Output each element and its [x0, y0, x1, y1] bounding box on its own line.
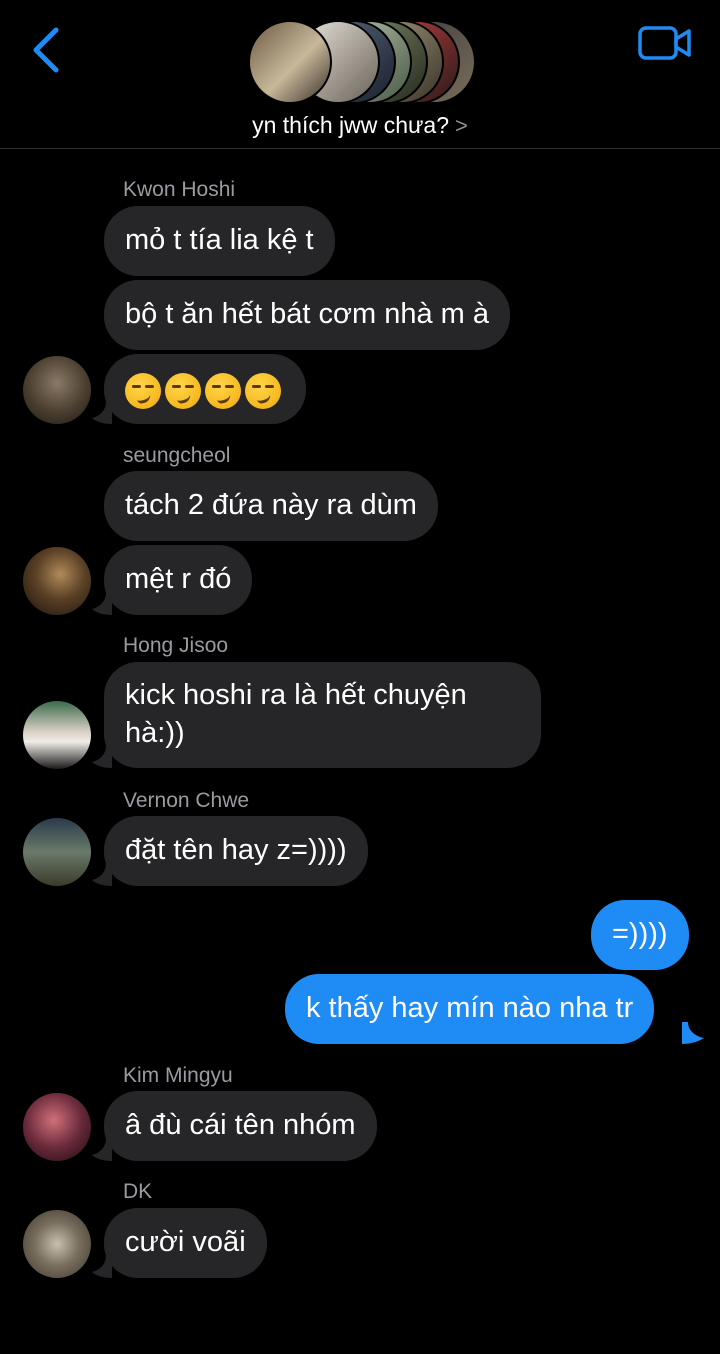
avatar[interactable] [23, 547, 91, 615]
group-avatar-stack[interactable] [248, 20, 476, 104]
chevron-right-icon: > [455, 113, 468, 138]
bubble-tail [92, 1256, 112, 1278]
message-bubble[interactable]: cười voãi [104, 1208, 267, 1278]
message-bubble[interactable]: â đù cái tên nhóm [104, 1091, 377, 1161]
outgoing-message-bubble[interactable]: k thấy hay mín nào nha tr [285, 974, 655, 1044]
message-bubble[interactable]: đặt tên hay z=)))) [104, 816, 368, 886]
sender-name: DK [123, 1180, 153, 1203]
avatar[interactable] [23, 1210, 91, 1278]
chat-title-text: yn thích jww chưa? [252, 112, 450, 138]
bubble-tail [92, 864, 112, 886]
video-call-button[interactable] [636, 22, 694, 66]
smirk-emoji [165, 373, 201, 410]
avatar[interactable] [23, 701, 91, 769]
chat-title[interactable]: yn thích jww chưa? > [0, 112, 720, 139]
sender-name: Kwon Hoshi [123, 178, 236, 201]
avatar[interactable] [23, 818, 91, 886]
bubble-tail [92, 746, 112, 768]
smirk-emoji [245, 373, 281, 410]
avatar[interactable] [23, 356, 91, 424]
chat-header: yn thích jww chưa? > [0, 0, 720, 149]
smirk-emoji [205, 373, 241, 410]
back-button[interactable] [26, 24, 70, 76]
message-bubble[interactable]: bộ t ăn hết bát cơm nhà m à [104, 280, 511, 350]
avatar[interactable] [23, 1093, 91, 1161]
sender-name: Kim Mingyu [123, 1064, 233, 1087]
group-member-avatar [248, 20, 332, 104]
bubble-tail [682, 1022, 704, 1044]
outgoing-message-bubble[interactable]: =)))) [591, 900, 689, 970]
chevron-left-icon [33, 27, 59, 73]
sender-name: Vernon Chwe [123, 789, 250, 812]
video-camera-icon [638, 26, 691, 60]
bubble-tail [92, 593, 112, 615]
bubble-tail [92, 1139, 112, 1161]
message-bubble[interactable] [104, 354, 306, 424]
message-bubble[interactable]: tách 2 đứa này ra dùm [104, 471, 438, 541]
sender-name: seungcheol [123, 444, 231, 467]
bubble-tail [92, 402, 112, 424]
message-bubble[interactable]: kick hoshi ra là hết chuyện hà:)) [104, 662, 541, 768]
message-bubble[interactable]: mệt r đó [104, 545, 253, 615]
smirk-emoji [125, 373, 161, 410]
sender-name: Hong Jisoo [123, 634, 229, 657]
message-bubble[interactable]: mỏ t tía lia kệ t [104, 206, 335, 276]
